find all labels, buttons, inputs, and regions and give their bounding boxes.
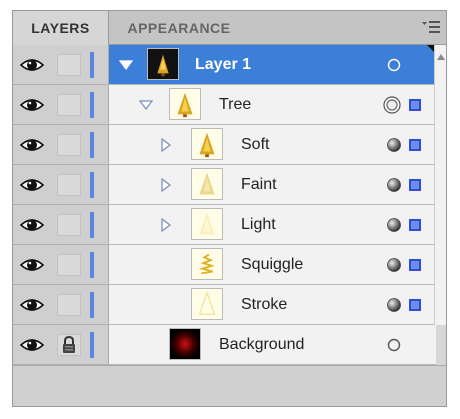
lock-toggle[interactable]	[57, 174, 81, 196]
disclosure-expanded-icon[interactable]	[118, 57, 134, 73]
selection-square-icon[interactable]	[409, 179, 421, 191]
layer-name[interactable]: Layer 1	[195, 45, 251, 85]
layer-color-bar	[90, 172, 94, 198]
lock-toggle[interactable]	[57, 254, 81, 276]
target-circle-icon[interactable]	[386, 57, 402, 73]
eye-icon[interactable]	[19, 134, 45, 156]
layer-thumb	[147, 48, 179, 80]
layer-row[interactable]: Squiggle	[13, 245, 446, 285]
squiggle-thumb	[191, 248, 223, 280]
target-circle-icon[interactable]	[386, 137, 402, 153]
layer-color-bar	[90, 212, 94, 238]
panel-empty-area	[13, 365, 446, 406]
layers-panel: LAYERS APPEARANCE Layer 1 Tree Soft Faint Li…	[12, 10, 447, 407]
layer-main[interactable]: Soft	[108, 125, 436, 165]
layer-controls	[13, 165, 108, 205]
eye-icon[interactable]	[19, 254, 45, 276]
layer-name[interactable]: Light	[241, 205, 276, 245]
eye-icon[interactable]	[19, 294, 45, 316]
eye-icon[interactable]	[19, 54, 45, 76]
layer-row[interactable]: Faint	[13, 165, 446, 205]
layer-controls	[13, 125, 108, 165]
target-circle-icon[interactable]	[386, 177, 402, 193]
selection-square-icon[interactable]	[409, 99, 421, 111]
layer-name[interactable]: Faint	[241, 165, 277, 205]
layer-main[interactable]: Background	[108, 325, 436, 365]
lock-toggle[interactable]	[57, 134, 81, 156]
layer-controls	[13, 45, 108, 85]
layer-name[interactable]: Tree	[219, 85, 251, 125]
layer-controls	[13, 325, 108, 365]
target-circle-icon[interactable]	[386, 217, 402, 233]
layer-main[interactable]: Light	[108, 205, 436, 245]
layer-row[interactable]: Layer 1	[13, 45, 446, 85]
layer-main[interactable]: Tree	[108, 85, 436, 125]
layer-main[interactable]: Squiggle	[108, 245, 436, 285]
layer-controls	[13, 85, 108, 125]
tree-thumb	[169, 88, 201, 120]
layer-row[interactable]: Stroke	[13, 285, 446, 325]
light-thumb	[191, 208, 223, 240]
tab-appearance[interactable]: APPEARANCE	[109, 11, 249, 45]
layer-name[interactable]: Squiggle	[241, 245, 303, 285]
background-thumb	[169, 328, 201, 360]
selection-square-icon[interactable]	[409, 139, 421, 151]
scroll-up-arrow-icon[interactable]	[436, 53, 446, 61]
eye-icon[interactable]	[19, 94, 45, 116]
layer-color-bar	[90, 52, 94, 78]
panel-tab-bar: LAYERS APPEARANCE	[13, 11, 446, 45]
lock-toggle[interactable]	[57, 94, 81, 116]
target-circle-icon[interactable]	[386, 257, 402, 273]
layer-color-bar	[90, 132, 94, 158]
disclosure-collapsed-icon[interactable]	[159, 177, 173, 193]
disclosure-collapsed-icon[interactable]	[159, 137, 173, 153]
layer-controls	[13, 245, 108, 285]
layer-main[interactable]: Stroke	[108, 285, 436, 325]
selection-square-icon[interactable]	[409, 259, 421, 271]
panel-menu-icon[interactable]	[420, 17, 442, 37]
layer-color-bar	[90, 252, 94, 278]
selection-square-icon[interactable]	[409, 219, 421, 231]
layer-main[interactable]: Layer 1	[108, 45, 436, 85]
eye-icon[interactable]	[19, 174, 45, 196]
layer-color-bar	[90, 332, 94, 358]
layer-controls	[13, 285, 108, 325]
lock-icon[interactable]	[57, 334, 81, 356]
target-circle-icon[interactable]	[386, 297, 402, 313]
disclosure-collapsed-icon[interactable]	[159, 217, 173, 233]
faint-thumb	[191, 168, 223, 200]
layer-color-bar	[90, 92, 94, 118]
layer-name[interactable]: Background	[219, 325, 304, 365]
lock-toggle[interactable]	[57, 294, 81, 316]
selection-square-icon[interactable]	[409, 299, 421, 311]
layer-row[interactable]: Background	[13, 325, 446, 365]
layer-name[interactable]: Stroke	[241, 285, 287, 325]
target-circle-icon[interactable]	[383, 96, 401, 114]
layer-name[interactable]: Soft	[241, 125, 269, 165]
layer-row[interactable]: Soft	[13, 125, 446, 165]
layer-controls	[13, 205, 108, 245]
layer-row[interactable]: Light	[13, 205, 446, 245]
lock-toggle[interactable]	[57, 214, 81, 236]
stroke-thumb	[191, 288, 223, 320]
tab-layers[interactable]: LAYERS	[13, 11, 109, 45]
eye-icon[interactable]	[19, 334, 45, 356]
layer-color-bar	[90, 292, 94, 318]
layer-main[interactable]: Faint	[108, 165, 436, 205]
eye-icon[interactable]	[19, 214, 45, 236]
disclosure-expanded-icon[interactable]	[138, 97, 154, 113]
target-circle-icon[interactable]	[386, 337, 402, 353]
tree-thumb	[191, 128, 223, 160]
lock-toggle[interactable]	[57, 54, 81, 76]
layer-row[interactable]: Tree	[13, 85, 446, 125]
scrollbar[interactable]	[434, 45, 446, 325]
